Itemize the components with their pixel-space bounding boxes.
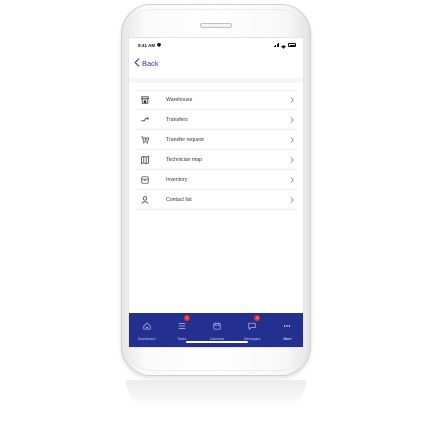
- person-icon: [137, 195, 153, 204]
- tasks-badge: 1: [183, 315, 190, 321]
- bottom-tab-bar: Dashboard 1 Tasks Calendar 4 Messages Mo…: [129, 313, 303, 347]
- chevron-right-icon: [287, 97, 297, 103]
- menu-item-transfers[interactable]: Transfers: [137, 110, 297, 130]
- phone-screen: 9:41 AM Back Warehouse Transfers Transfe…: [128, 37, 304, 348]
- menu-item-inventory[interactable]: Inventory: [137, 170, 297, 190]
- tab-messages[interactable]: 4 Messages: [235, 315, 270, 341]
- messages-badge: 4: [254, 315, 261, 321]
- back-button[interactable]: Back: [134, 57, 159, 69]
- battery-icon: [288, 43, 296, 47]
- status-time-group: 9:41 AM: [138, 42, 162, 48]
- tab-dashboard[interactable]: Dashboard: [129, 317, 164, 341]
- map-icon: [137, 155, 153, 164]
- more-dots-icon: [283, 317, 291, 335]
- chevron-right-icon: [287, 136, 297, 143]
- menu-item-label: Inventory: [166, 176, 188, 183]
- menu-item-contact-list[interactable]: Contact list: [137, 190, 297, 210]
- calendar-icon: [213, 317, 221, 335]
- chevron-left-icon: [134, 57, 140, 69]
- chevron-right-icon: [287, 156, 297, 163]
- cellular-signal-icon: [273, 43, 279, 47]
- status-bar: 9:41 AM: [129, 38, 303, 52]
- header-divider: [129, 78, 303, 83]
- menu-item-label: Warehouse: [166, 97, 193, 103]
- menu-item-label: Contact list: [166, 196, 192, 203]
- menu-item-transfer-request[interactable]: Transfer request: [137, 130, 297, 150]
- warehouse-icon: [137, 96, 153, 104]
- menu-item-warehouse[interactable]: Warehouse: [137, 90, 297, 110]
- tab-label: More: [283, 337, 292, 341]
- menu-item-technician-map[interactable]: Technician map: [137, 150, 297, 170]
- tab-label: Dashboard: [137, 337, 156, 341]
- inventory-box-icon: [137, 175, 153, 184]
- status-time: 9:41 AM: [138, 42, 156, 48]
- tab-more[interactable]: More: [270, 317, 303, 341]
- tab-label: Tasks: [177, 337, 187, 341]
- home-icon: [143, 317, 151, 335]
- more-menu-list: Warehouse Transfers Transfer request Tec…: [137, 90, 297, 210]
- chevron-right-icon: [287, 176, 297, 183]
- tab-calendar[interactable]: Calendar: [199, 317, 234, 341]
- tab-tasks[interactable]: 1 Tasks: [164, 315, 199, 341]
- navigation-bar: Back: [129, 52, 303, 74]
- home-indicator[interactable]: [186, 341, 248, 343]
- cart-add-icon: [137, 135, 153, 144]
- menu-item-label: Technician map: [166, 156, 203, 163]
- menu-item-label: Transfers: [166, 116, 188, 123]
- back-label: Back: [142, 58, 159, 68]
- tab-list: Dashboard 1 Tasks Calendar 4 Messages Mo…: [129, 313, 303, 341]
- transfers-icon: [137, 116, 153, 124]
- speaker-grille: [200, 23, 232, 28]
- chevron-right-icon: [287, 196, 297, 203]
- chevron-right-icon: [287, 116, 297, 123]
- phone-reflection: [126, 380, 306, 410]
- shield-icon: [157, 42, 162, 48]
- menu-item-label: Transfer request: [166, 136, 204, 143]
- stage: 9:41 AM Back Warehouse Transfers Transfe…: [0, 0, 433, 433]
